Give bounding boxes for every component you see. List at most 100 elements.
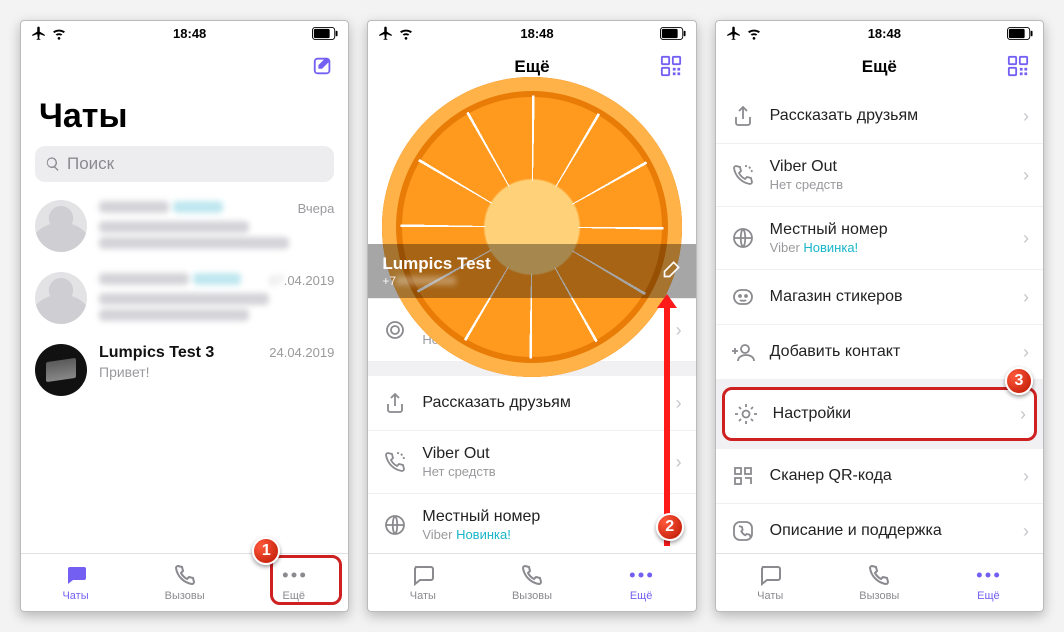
chat-icon <box>410 563 436 587</box>
tab-calls[interactable]: Вызовы <box>130 554 239 611</box>
step-badge-3: 3 <box>1005 367 1033 395</box>
add-contact-icon <box>730 339 756 365</box>
globe-icon <box>730 225 756 251</box>
chevron-right-icon: › <box>1023 228 1029 249</box>
profile-image <box>382 77 682 377</box>
share-icon <box>730 103 756 129</box>
status-bar: 18:48 <box>716 21 1043 45</box>
tab-calls[interactable]: Вызовы <box>477 554 586 611</box>
chat-icon <box>63 563 89 587</box>
screen-chats: 18:48 Чаты Поиск Вчера 07.04.2019 <box>20 20 349 612</box>
row-qr-scanner[interactable]: Сканер QR-кода › <box>716 449 1043 504</box>
row-share[interactable]: Рассказать друзьям › <box>368 376 695 431</box>
page-title: Чаты <box>21 89 348 146</box>
row-local-number[interactable]: Местный номер Viber Новинка! › <box>716 207 1043 270</box>
row-viber-out[interactable]: Viber Out Нет средств › <box>716 144 1043 207</box>
wifi-icon <box>51 25 67 41</box>
tab-chats[interactable]: Чаты <box>21 554 130 611</box>
chat-row[interactable]: Lumpics Test 3 24.04.2019 Привет! <box>21 334 348 406</box>
battery-icon <box>312 27 338 40</box>
airplane-icon <box>726 26 741 41</box>
tab-chats[interactable]: Чаты <box>716 554 825 611</box>
chat-row[interactable]: Вчера <box>21 190 348 262</box>
tab-chats[interactable]: Чаты <box>368 554 477 611</box>
step-badge-2: 2 <box>656 513 684 541</box>
chevron-right-icon: › <box>1023 106 1029 127</box>
compose-button[interactable] <box>312 55 334 82</box>
row-about[interactable]: Описание и поддержка › <box>716 504 1043 553</box>
annotation-arrow <box>664 306 670 546</box>
airplane-icon <box>378 26 393 41</box>
chevron-right-icon: › <box>676 393 682 414</box>
nav-title: Ещё <box>514 57 549 77</box>
profile-header[interactable]: Lumpics Test +7000000000 <box>368 89 695 299</box>
tab-more[interactable]: Ещё <box>934 554 1043 611</box>
airplane-icon <box>31 26 46 41</box>
tab-more[interactable]: Ещё <box>587 554 696 611</box>
tab-bar: Чаты Вызовы Ещё <box>368 553 695 611</box>
chevron-right-icon: › <box>1020 404 1026 425</box>
edit-profile-button[interactable] <box>662 259 682 284</box>
more-icon <box>628 563 654 587</box>
profile-phone: +7000000000 <box>382 274 490 288</box>
nav-bar <box>21 45 348 89</box>
tab-more[interactable]: Ещё <box>239 554 348 611</box>
chat-row[interactable]: 07.04.2019 <box>21 262 348 334</box>
globe-icon <box>382 512 408 538</box>
qr-button[interactable] <box>1007 55 1029 82</box>
chat-name: Lumpics Test 3 <box>99 344 214 362</box>
phone-icon <box>519 563 545 587</box>
status-bar: 18:48 <box>368 21 695 45</box>
chat-list: Вчера 07.04.2019 Lumpics Test 3 24.04.20… <box>21 190 348 553</box>
tab-bar: Чаты Вызовы Ещё <box>716 553 1043 611</box>
gear-icon <box>733 401 759 427</box>
viberout-icon <box>730 162 756 188</box>
viberout-icon <box>382 449 408 475</box>
status-time: 18:48 <box>520 26 553 41</box>
row-settings[interactable]: Настройки › <box>722 387 1037 441</box>
viber-icon <box>730 518 756 544</box>
chevron-right-icon: › <box>1023 521 1029 542</box>
row-stickers[interactable]: Магазин стикеров › <box>716 270 1043 325</box>
wifi-icon <box>746 25 762 41</box>
screen-more-list: 18:48 Ещё Рассказать друзьям › Viber Out… <box>715 20 1044 612</box>
screen-more-profile: 18:48 Ещё Lumpics Test +7000000000 Пабли… <box>367 20 696 612</box>
row-share[interactable]: Рассказать друзьям › <box>716 89 1043 144</box>
row-add-contact[interactable]: Добавить контакт › <box>716 325 1043 379</box>
chevron-right-icon: › <box>676 452 682 473</box>
chat-date: Вчера <box>298 201 335 216</box>
more-icon <box>975 563 1001 587</box>
search-input[interactable]: Поиск <box>35 146 334 182</box>
chevron-right-icon: › <box>1023 287 1029 308</box>
nav-title: Ещё <box>862 57 897 77</box>
wifi-icon <box>398 25 414 41</box>
chat-date: 24.04.2019 <box>269 345 334 360</box>
nav-bar: Ещё <box>716 45 1043 89</box>
status-time: 18:48 <box>868 26 901 41</box>
status-bar: 18:48 <box>21 21 348 45</box>
avatar <box>35 344 87 396</box>
search-placeholder: Поиск <box>67 154 114 174</box>
qr-scan-icon <box>730 463 756 489</box>
more-icon <box>281 563 307 587</box>
chevron-right-icon: › <box>1023 342 1029 363</box>
chat-icon <box>757 563 783 587</box>
battery-icon <box>660 27 686 40</box>
sticker-icon <box>730 284 756 310</box>
chevron-right-icon: › <box>1023 466 1029 487</box>
chat-preview: Привет! <box>99 364 334 380</box>
row-viber-out[interactable]: Viber Out Нет средств › <box>368 431 695 494</box>
tab-bar: Чаты Вызовы Ещё <box>21 553 348 611</box>
battery-icon <box>1007 27 1033 40</box>
tab-calls[interactable]: Вызовы <box>825 554 934 611</box>
avatar <box>35 200 87 252</box>
row-local-number[interactable]: Местный номер Viber Новинка! › <box>368 494 695 553</box>
search-icon <box>45 156 61 172</box>
phone-icon <box>866 563 892 587</box>
share-icon <box>382 390 408 416</box>
phone-icon <box>172 563 198 587</box>
chevron-right-icon: › <box>1023 165 1029 186</box>
status-time: 18:48 <box>173 26 206 41</box>
avatar <box>35 272 87 324</box>
chat-date: .04.2019 <box>284 273 335 288</box>
